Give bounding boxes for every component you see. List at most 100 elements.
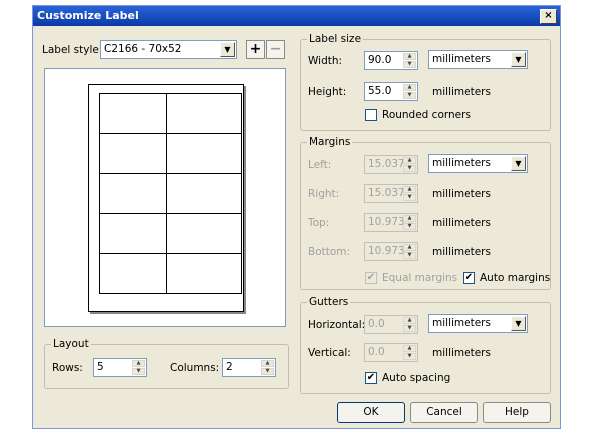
spin-down-icon[interactable]: ▼ <box>403 223 416 230</box>
ok-button[interactable]: OK <box>337 402 405 423</box>
chevron-down-icon: ▼ <box>511 52 526 67</box>
preview-label-cell <box>99 213 175 254</box>
width-unit-value: millimeters <box>432 53 491 65</box>
gutter-unit-select[interactable]: millimeters ▼ <box>428 314 528 333</box>
margin-left-label: Left: <box>308 159 332 171</box>
margin-top-label: Top: <box>308 217 330 229</box>
auto-spacing-checkbox[interactable]: ✔ <box>365 372 377 384</box>
label-style-value: C2166 - 70x52 <box>104 43 182 55</box>
gutter-unit-value: millimeters <box>432 317 491 329</box>
gutters-group-title: Gutters <box>307 296 351 308</box>
margin-right-label: Right: <box>308 188 340 200</box>
preview-label-cell <box>166 173 242 214</box>
close-icon[interactable]: × <box>540 9 557 24</box>
preview-label-cell <box>99 93 175 134</box>
horizontal-gutter-value: 0.0 <box>368 318 385 330</box>
equal-margins-checkbox[interactable]: ✔ <box>365 272 377 284</box>
chevron-down-icon: ▼ <box>511 156 526 171</box>
rows-stepper[interactable]: 5 ▲ ▼ <box>93 358 147 377</box>
rounded-corners-label: Rounded corners <box>382 109 471 121</box>
margin-bottom-unit: millimeters <box>432 246 491 258</box>
width-stepper[interactable]: 90.0 ▲ ▼ <box>364 51 418 70</box>
spin-down-icon[interactable]: ▼ <box>261 368 274 375</box>
label-size-group: Label size Width: 90.0 ▲ ▼ millimeters ▼ … <box>300 33 551 131</box>
horizontal-gutter-label: Horizontal: <box>308 319 366 331</box>
height-unit-label: millimeters <box>432 86 491 98</box>
spin-up-icon[interactable]: ▲ <box>403 186 416 193</box>
preview-page <box>88 84 244 312</box>
spin-up-icon[interactable]: ▲ <box>403 157 416 164</box>
auto-spacing-label: Auto spacing <box>382 372 451 384</box>
margins-group-title: Margins <box>307 136 353 148</box>
margin-right-value: 15.037 <box>368 187 405 199</box>
customize-label-dialog: Customize Label × Label style: C2166 - 7… <box>32 5 561 429</box>
spin-down-icon[interactable]: ▼ <box>132 368 145 375</box>
rounded-corners-checkbox[interactable] <box>365 109 377 121</box>
margin-left-stepper[interactable]: 15.037 ▲ ▼ <box>364 155 418 174</box>
auto-margins-checkbox[interactable]: ✔ <box>463 272 475 284</box>
spin-up-icon[interactable]: ▲ <box>403 244 416 251</box>
remove-style-button[interactable]: − <box>266 40 285 59</box>
preview-label-cell <box>166 93 242 134</box>
margins-group: Margins Left: 15.037 ▲ ▼ millimeters ▼ Ri… <box>300 136 551 290</box>
spin-down-icon[interactable]: ▼ <box>403 165 416 172</box>
height-value: 55.0 <box>368 85 392 97</box>
columns-stepper[interactable]: 2 ▲ ▼ <box>222 358 276 377</box>
margin-left-value: 15.037 <box>368 158 405 170</box>
equal-margins-label: Equal margins <box>382 272 458 284</box>
preview-label-cell <box>99 173 175 214</box>
spin-up-icon[interactable]: ▲ <box>403 317 416 324</box>
preview-label-cell <box>99 133 175 174</box>
chevron-down-icon: ▼ <box>220 42 235 57</box>
width-value: 90.0 <box>368 54 392 66</box>
margin-bottom-value: 10.973 <box>368 245 405 257</box>
horizontal-gutter-stepper[interactable]: 0.0 ▲ ▼ <box>364 315 418 334</box>
spin-up-icon[interactable]: ▲ <box>403 84 416 91</box>
margin-bottom-stepper[interactable]: 10.973 ▲ ▼ <box>364 242 418 261</box>
spin-down-icon[interactable]: ▼ <box>403 194 416 201</box>
dialog-title: Customize Label <box>37 9 139 22</box>
chevron-down-icon: ▼ <box>511 316 526 331</box>
rows-label: Rows: <box>52 362 83 374</box>
margin-right-unit: millimeters <box>432 188 491 200</box>
margin-top-value: 10.973 <box>368 216 405 228</box>
height-stepper[interactable]: 55.0 ▲ ▼ <box>364 82 418 101</box>
spin-up-icon[interactable]: ▲ <box>261 360 274 367</box>
margin-top-stepper[interactable]: 10.973 ▲ ▼ <box>364 213 418 232</box>
columns-value: 2 <box>226 361 233 373</box>
margin-unit-value: millimeters <box>432 157 491 169</box>
preview-label-cell <box>166 213 242 254</box>
columns-label: Columns: <box>170 362 220 374</box>
spin-up-icon[interactable]: ▲ <box>132 360 145 367</box>
cancel-button[interactable]: Cancel <box>410 402 478 423</box>
margin-top-unit: millimeters <box>432 217 491 229</box>
vertical-gutter-stepper[interactable]: 0.0 ▲ ▼ <box>364 343 418 362</box>
spin-down-icon[interactable]: ▼ <box>403 325 416 332</box>
preview-label-cell <box>99 253 175 294</box>
gutters-group: Gutters Horizontal: 0.0 ▲ ▼ millimeters ▼… <box>300 296 551 394</box>
vertical-gutter-unit: millimeters <box>432 347 491 359</box>
preview-label-cell <box>166 133 242 174</box>
margin-bottom-label: Bottom: <box>308 246 351 258</box>
spin-up-icon[interactable]: ▲ <box>403 345 416 352</box>
vertical-gutter-value: 0.0 <box>368 346 385 358</box>
add-style-button[interactable]: + <box>246 40 265 59</box>
spin-down-icon[interactable]: ▼ <box>403 252 416 259</box>
spin-down-icon[interactable]: ▼ <box>403 353 416 360</box>
label-style-select[interactable]: C2166 - 70x52 ▼ <box>100 40 237 59</box>
preview-label-cell <box>166 253 242 294</box>
margin-unit-select[interactable]: millimeters ▼ <box>428 154 528 173</box>
height-label: Height: <box>308 86 347 98</box>
margin-right-stepper[interactable]: 15.037 ▲ ▼ <box>364 184 418 203</box>
layout-group-title: Layout <box>51 338 91 350</box>
vertical-gutter-label: Vertical: <box>308 347 351 359</box>
spin-down-icon[interactable]: ▼ <box>403 61 416 68</box>
width-unit-select[interactable]: millimeters ▼ <box>428 50 528 69</box>
spin-up-icon[interactable]: ▲ <box>403 53 416 60</box>
title-bar[interactable]: Customize Label × <box>33 6 560 26</box>
spin-up-icon[interactable]: ▲ <box>403 215 416 222</box>
spin-down-icon[interactable]: ▼ <box>403 92 416 99</box>
help-button[interactable]: Help <box>483 402 551 423</box>
label-style-label: Label style: <box>42 44 103 56</box>
rows-value: 5 <box>97 361 104 373</box>
